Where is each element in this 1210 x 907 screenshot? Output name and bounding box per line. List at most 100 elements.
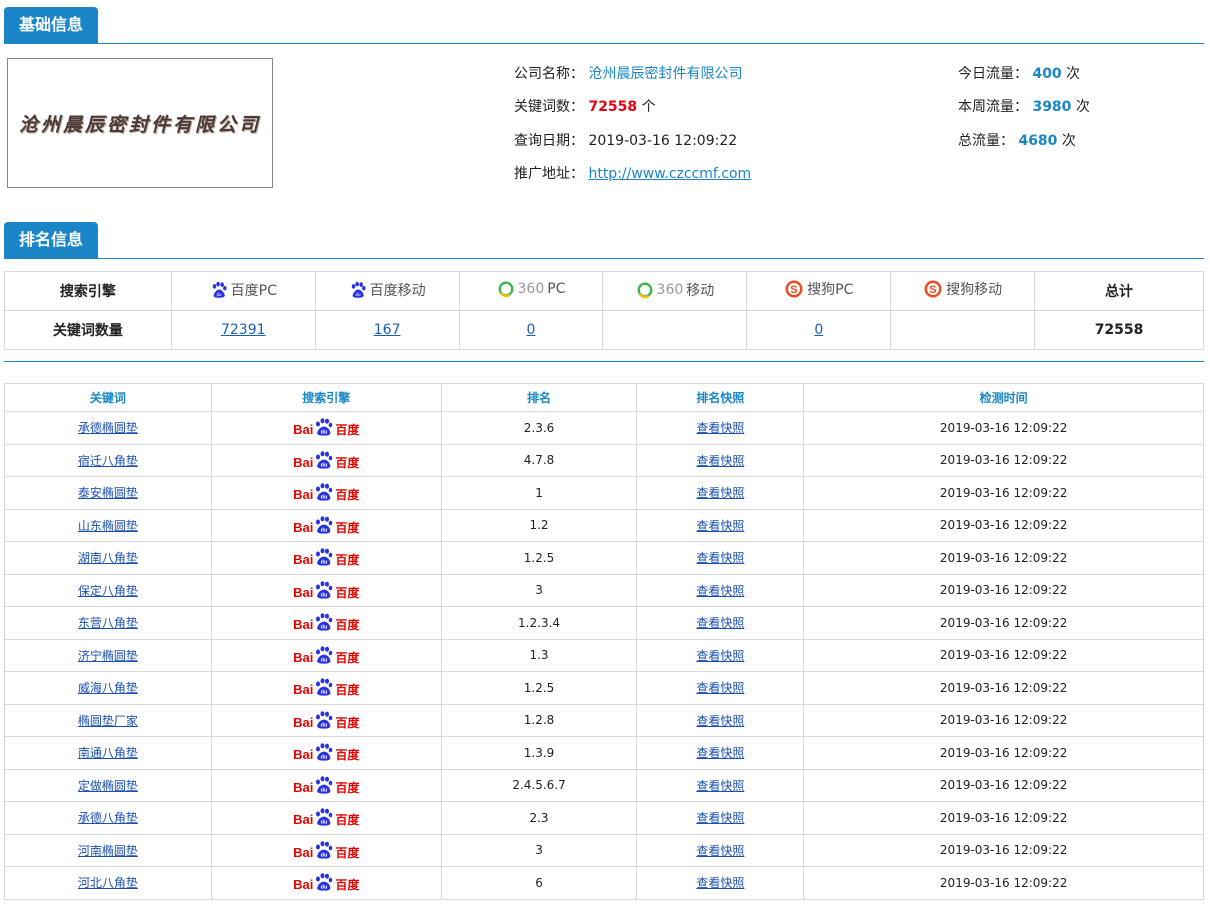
check-time-cell: 2019-03-16 12:09:22: [803, 638, 1204, 672]
engine-sogou-mobile[interactable]: S 搜狗移动: [890, 271, 1036, 311]
rank-summary-table: 搜索引擎 du 百度PC du 百度移动 360 PC 360 移动 S 搜狗P…: [4, 271, 1204, 350]
keyword-cell: 山东椭圆垫: [4, 508, 212, 542]
basic-info-tab[interactable]: 基础信息: [4, 7, 98, 43]
keyword-link[interactable]: 定做椭圆垫: [78, 779, 138, 793]
count-row: 关键词数量 72391 167 0 0 72558: [4, 310, 1204, 350]
keyword-cell: 东营八角垫: [4, 606, 212, 640]
baidu-logo-right: 百度: [335, 748, 360, 763]
keyword-link[interactable]: 湖南八角垫: [78, 551, 138, 565]
rank-info-tab[interactable]: 排名信息: [4, 222, 98, 258]
engine-360-mobile-prefix: 360: [656, 281, 684, 298]
traffic-week-label: 本周流量：: [958, 99, 1028, 115]
check-time-cell: 2019-03-16 12:09:22: [803, 476, 1204, 510]
check-time-cell: 2019-03-16 12:09:22: [803, 541, 1204, 575]
keyword-link[interactable]: 河北八角垫: [78, 876, 138, 890]
keyword-cell: 南通八角垫: [4, 736, 212, 770]
view-snapshot-link[interactable]: 查看快照: [696, 681, 744, 695]
keyword-link[interactable]: 山东椭圆垫: [78, 519, 138, 533]
table-row: 济宁椭圆垫 Bai du 百度 1.3 查看快照 2019-03-16 12:09:22: [4, 638, 1204, 672]
keyword-link[interactable]: 承德椭圆垫: [78, 421, 138, 435]
baidu-paw-icon: du: [316, 516, 333, 534]
promo-url-link[interactable]: http://www.czccmf.com: [588, 166, 751, 182]
keyword-link[interactable]: 东营八角垫: [78, 616, 138, 630]
keyword-cell: 保定八角垫: [4, 573, 212, 607]
company-name-row: 公司名称： 沧州晨辰密封件有限公司: [514, 64, 742, 84]
keyword-link[interactable]: 威海八角垫: [78, 681, 138, 695]
col-check-time: 检测时间: [803, 383, 1204, 412]
baidu-paw-icon: du: [316, 418, 333, 436]
view-snapshot-link[interactable]: 查看快照: [696, 811, 744, 825]
traffic-today-value: 400: [1032, 66, 1062, 82]
check-time-cell: 2019-03-16 12:09:22: [803, 801, 1204, 835]
keyword-link[interactable]: 南通八角垫: [78, 746, 138, 760]
view-snapshot-link[interactable]: 查看快照: [696, 714, 744, 728]
view-snapshot-link[interactable]: 查看快照: [696, 649, 744, 663]
count-baidu-pc-link[interactable]: 72391: [221, 322, 266, 338]
view-snapshot-link[interactable]: 查看快照: [696, 616, 744, 630]
rank-cell: 2.4.5.6.7: [440, 768, 638, 802]
keyword-cell: 椭圆垫厂家: [4, 703, 212, 737]
baidu-logo-left: Bai: [293, 584, 314, 600]
keyword-cell: 泰安椭圆垫: [4, 476, 212, 510]
count-sogou-pc-link[interactable]: 0: [814, 322, 823, 338]
keyword-link[interactable]: 椭圆垫厂家: [78, 714, 138, 728]
view-snapshot-link[interactable]: 查看快照: [696, 746, 744, 760]
table-row: 东营八角垫 Bai du 百度 1.2.3.4 查看快照 2019-03-16 12:09:…: [4, 606, 1204, 640]
view-snapshot-link[interactable]: 查看快照: [696, 454, 744, 468]
engine-sogou-pc[interactable]: S 搜狗PC: [746, 271, 892, 311]
baidu-logo-right: 百度: [335, 650, 360, 665]
count-total-value: 72558: [1034, 310, 1204, 350]
engine-cell: Bai du 百度: [210, 768, 442, 802]
view-snapshot-link[interactable]: 查看快照: [696, 844, 744, 858]
baidu-logo-left: Bai: [293, 779, 314, 795]
keyword-cell: 承德椭圆垫: [4, 411, 212, 445]
snapshot-cell: 查看快照: [636, 638, 805, 672]
snapshot-cell: 查看快照: [636, 801, 805, 835]
col-rank: 排名: [440, 383, 638, 412]
keyword-link[interactable]: 河南椭圆垫: [78, 844, 138, 858]
engine-baidu-pc[interactable]: du 百度PC: [170, 271, 316, 311]
engine-cell: Bai du 百度: [210, 703, 442, 737]
engine-cell: Bai du 百度: [210, 541, 442, 575]
engine-cell: Bai du 百度: [210, 508, 442, 542]
baidu-logo: Bai du 百度: [293, 516, 359, 534]
keyword-link[interactable]: 承德八角垫: [78, 811, 138, 825]
baidu-logo-left: Bai: [293, 877, 314, 893]
engine-cell: Bai du 百度: [210, 573, 442, 607]
keyword-link[interactable]: 保定八角垫: [78, 584, 138, 598]
baidu-logo: Bai du 百度: [293, 808, 359, 826]
view-snapshot-link[interactable]: 查看快照: [696, 519, 744, 533]
query-date-label: 查询日期：: [514, 133, 584, 149]
svg-text:du: du: [321, 527, 328, 533]
view-snapshot-link[interactable]: 查看快照: [696, 421, 744, 435]
360-icon: [637, 282, 653, 298]
engine-baidu-mobile[interactable]: du 百度移动: [314, 271, 460, 311]
keyword-link[interactable]: 泰安椭圆垫: [78, 486, 138, 500]
snapshot-cell: 查看快照: [636, 736, 805, 770]
engine-360-pc[interactable]: 360 PC: [458, 271, 604, 311]
table-row: 保定八角垫 Bai du 百度 3 查看快照 2019-03-16 12:09:22: [4, 573, 1204, 607]
baidu-logo-left: Bai: [293, 487, 314, 503]
count-360-pc-link[interactable]: 0: [527, 322, 536, 338]
snapshot-cell: 查看快照: [636, 476, 805, 510]
view-snapshot-link[interactable]: 查看快照: [696, 584, 744, 598]
basic-info-header: 基础信息: [4, 4, 1204, 44]
baidu-logo: Bai du 百度: [293, 418, 359, 436]
svg-text:du: du: [321, 820, 328, 826]
keyword-link[interactable]: 济宁椭圆垫: [78, 649, 138, 663]
engine-360-mobile[interactable]: 360 移动: [602, 271, 748, 311]
keyword-count-row: 关键词数： 72558 个: [514, 97, 656, 117]
view-snapshot-link[interactable]: 查看快照: [696, 876, 744, 890]
view-snapshot-link[interactable]: 查看快照: [696, 486, 744, 500]
baidu-logo-right: 百度: [335, 845, 360, 860]
keyword-link[interactable]: 宿迁八角垫: [78, 454, 138, 468]
view-snapshot-link[interactable]: 查看快照: [696, 551, 744, 565]
view-snapshot-link[interactable]: 查看快照: [696, 779, 744, 793]
count-baidu-mobile-link[interactable]: 167: [374, 322, 401, 338]
baidu-logo: Bai du 百度: [293, 581, 359, 599]
company-logo-text: 沧州晨辰密封件有限公司: [18, 113, 261, 136]
traffic-today-label: 今日流量：: [958, 66, 1028, 82]
count-baidu-pc-cell: 72391: [170, 310, 316, 350]
keyword-table-body: 承德椭圆垫 Bai du 百度 2.3.6 查看快照 2019-03-16 12:09:22…: [4, 411, 1204, 900]
check-time-cell: 2019-03-16 12:09:22: [803, 768, 1204, 802]
